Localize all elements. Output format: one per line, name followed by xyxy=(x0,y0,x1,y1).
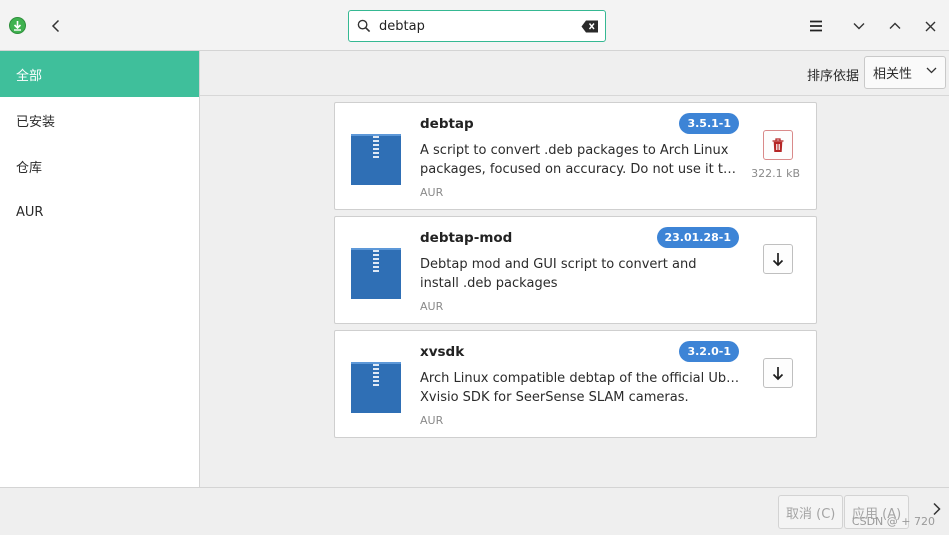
sort-label: 排序依据 xyxy=(806,69,859,84)
package-archive-icon xyxy=(351,248,401,299)
version-badge: 3.2.0-1 xyxy=(679,341,739,362)
search-box[interactable] xyxy=(348,10,606,42)
package-description: Arch Linux compatible debtap of the offi… xyxy=(420,371,740,405)
download-arrow-icon[interactable] xyxy=(9,17,26,34)
package-name: xvsdk xyxy=(420,344,465,360)
package-name: debtap-mod xyxy=(420,230,513,246)
install-button[interactable] xyxy=(763,244,793,274)
close-icon xyxy=(925,21,935,31)
sidebar-item-installed[interactable]: 已安装 xyxy=(0,97,199,143)
sort-selected-value: 相关性 xyxy=(873,67,913,82)
chevron-up-icon xyxy=(889,22,901,29)
chevron-right-icon xyxy=(933,502,941,516)
minimize-button[interactable] xyxy=(846,13,872,39)
install-button[interactable] xyxy=(763,358,793,388)
search-icon xyxy=(349,11,379,41)
package-archive-icon xyxy=(351,134,401,185)
sort-dropdown[interactable]: 相关性 xyxy=(864,56,946,89)
package-size: 322.1 kB xyxy=(751,167,800,180)
bottom-bar: 取消 (C) 应用 (A) CSDN @ + 720 xyxy=(0,487,949,535)
download-arrow-icon xyxy=(772,252,784,266)
sidebar-item-repositories[interactable]: 仓库 xyxy=(0,143,199,189)
version-badge: 3.5.1-1 xyxy=(679,113,739,134)
package-archive-icon xyxy=(351,362,401,413)
backspace-clear-icon[interactable] xyxy=(575,11,605,41)
close-button[interactable] xyxy=(917,13,943,39)
cancel-button[interactable]: 取消 (C) xyxy=(778,495,844,529)
header-bar xyxy=(0,0,949,51)
back-button[interactable] xyxy=(43,13,69,39)
chevron-down-icon xyxy=(926,67,937,74)
chevron-left-icon xyxy=(51,19,60,33)
package-name: debtap xyxy=(420,116,474,132)
package-repo: AUR xyxy=(420,186,444,199)
remove-button[interactable] xyxy=(763,130,793,160)
chevron-down-icon xyxy=(853,23,865,30)
package-card-debtap-mod[interactable]: debtap-mod 23.01.28-1 Debtap mod and GUI… xyxy=(334,216,817,324)
package-description: A script to convert .deb packages to Arc… xyxy=(420,143,740,177)
sidebar-item-aur[interactable]: AUR xyxy=(0,189,199,235)
sidebar: 全部 已安装 仓库 AUR xyxy=(0,51,200,487)
search-input[interactable] xyxy=(379,12,575,40)
watermark: CSDN @ + 720 xyxy=(851,515,935,528)
package-card-xvsdk[interactable]: xvsdk 3.2.0-1 Arch Linux compatible debt… xyxy=(334,330,817,438)
download-arrow-icon xyxy=(772,366,784,380)
hamburger-menu-icon xyxy=(810,20,822,32)
menu-button[interactable] xyxy=(803,13,829,39)
sort-toolbar: 排序依据 相关性 xyxy=(200,51,949,96)
package-description: Debtap mod and GUI script to convert and… xyxy=(420,257,697,291)
sidebar-item-all[interactable]: 全部 xyxy=(0,51,199,97)
maximize-button[interactable] xyxy=(882,13,908,39)
package-card-debtap[interactable]: debtap 3.5.1-1 A script to convert .deb … xyxy=(334,102,817,210)
version-badge: 23.01.28-1 xyxy=(656,227,739,248)
package-repo: AUR xyxy=(420,300,444,313)
package-repo: AUR xyxy=(420,414,444,427)
trash-icon xyxy=(772,137,784,152)
